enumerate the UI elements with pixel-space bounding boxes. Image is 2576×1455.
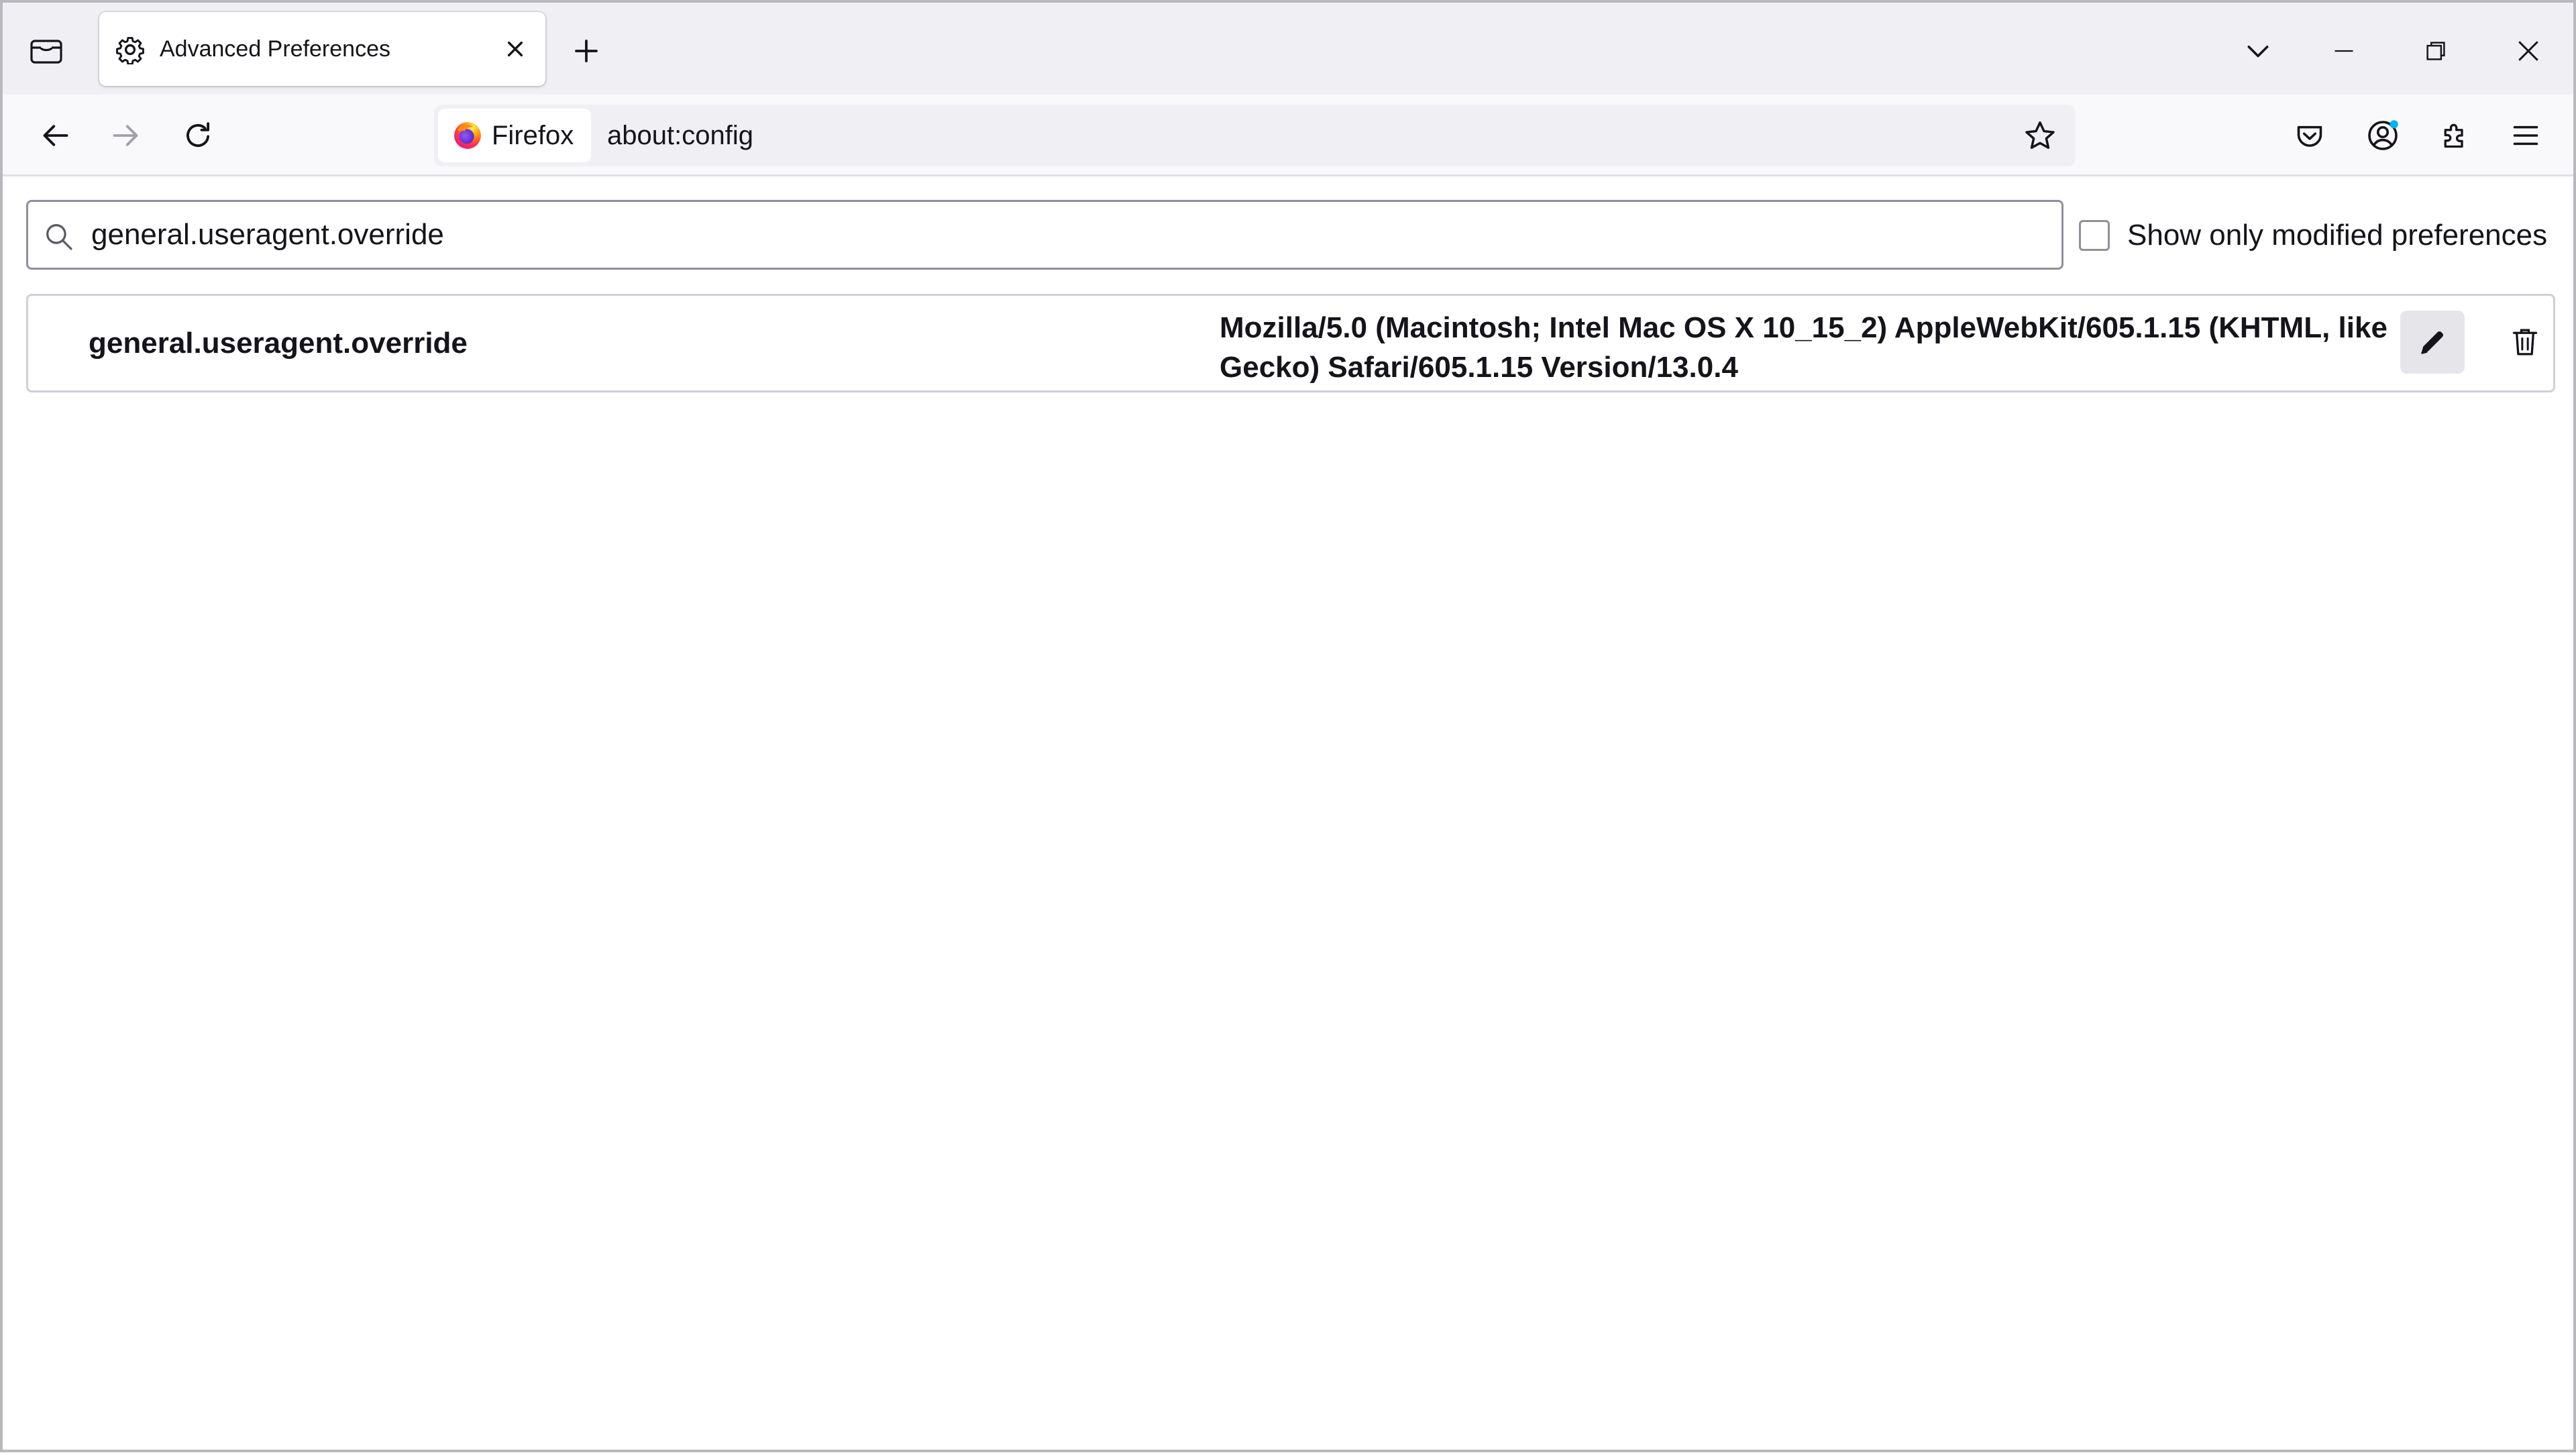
arrow-left-icon [43,125,68,146]
pocket-icon [2297,125,2322,147]
edit-preference-button[interactable] [2400,311,2465,374]
preference-row: general.useragent.override Mozilla/5.0 (… [26,294,2555,392]
firefox-logo-icon [454,122,481,149]
trash-icon [2512,329,2538,356]
star-icon [2025,121,2055,149]
restore-button[interactable] [2412,30,2459,72]
show-modified-toggle[interactable]: Show only modified preferences [2079,218,2547,253]
list-all-tabs-button[interactable] [2237,30,2279,72]
tab-title: Advanced Preferences [160,36,390,62]
hamburger-menu-icon [2513,125,2538,146]
restore-icon [2426,42,2445,60]
identity-box[interactable]: Firefox [438,109,591,162]
url-bar[interactable]: Firefox about:config [434,105,2076,166]
chevron-down-icon [2247,46,2269,58]
preference-value: Mozilla/5.0 (Macintosh; Intel Mac OS X 1… [1220,311,2387,384]
show-modified-label: Show only modified preferences [2127,219,2548,252]
new-tab-button[interactable] [565,30,608,72]
account-icon [2368,120,2398,150]
delete-preference-button[interactable] [2504,311,2546,374]
tab-strip: Advanced Preferences [3,3,2573,95]
preference-search-input[interactable] [91,202,2037,268]
pencil-icon [2421,331,2444,354]
preference-name: general.useragent.override [89,327,468,360]
browser-window: Advanced Preferences Firefox about:confi… [0,0,2576,1452]
account-button[interactable] [2359,112,2406,159]
preference-search-box[interactable] [26,200,2063,270]
app-menu-button[interactable] [2504,113,2548,158]
tab-advanced-preferences[interactable]: Advanced Preferences [99,12,545,86]
back-button[interactable] [34,113,78,158]
firefox-view-button[interactable] [23,30,70,72]
minimize-icon [2334,50,2353,52]
close-window-button[interactable] [2505,30,2552,72]
navigation-toolbar: Firefox about:config [3,95,2573,176]
close-icon [2518,41,2538,61]
puzzle-icon [2444,123,2463,148]
forward-button[interactable] [103,113,148,158]
identity-label: Firefox [492,120,574,150]
plus-icon [575,40,598,62]
minimize-button[interactable] [2320,30,2367,72]
firefox-view-icon [30,40,62,64]
arrow-right-icon [113,125,138,146]
show-modified-checkbox[interactable] [2079,220,2110,251]
reload-button[interactable] [176,113,220,158]
search-icon [46,224,72,250]
about-config-page: Show only modified preferences general.u… [3,176,2573,1455]
reload-icon [186,122,210,148]
tab-close-button[interactable] [498,32,532,66]
pocket-button[interactable] [2288,113,2332,158]
bookmark-star-button[interactable] [2023,119,2057,153]
gear-icon [116,37,144,64]
extensions-button[interactable] [2432,113,2477,158]
close-icon [507,41,523,57]
url-text[interactable]: about:config [607,105,753,166]
